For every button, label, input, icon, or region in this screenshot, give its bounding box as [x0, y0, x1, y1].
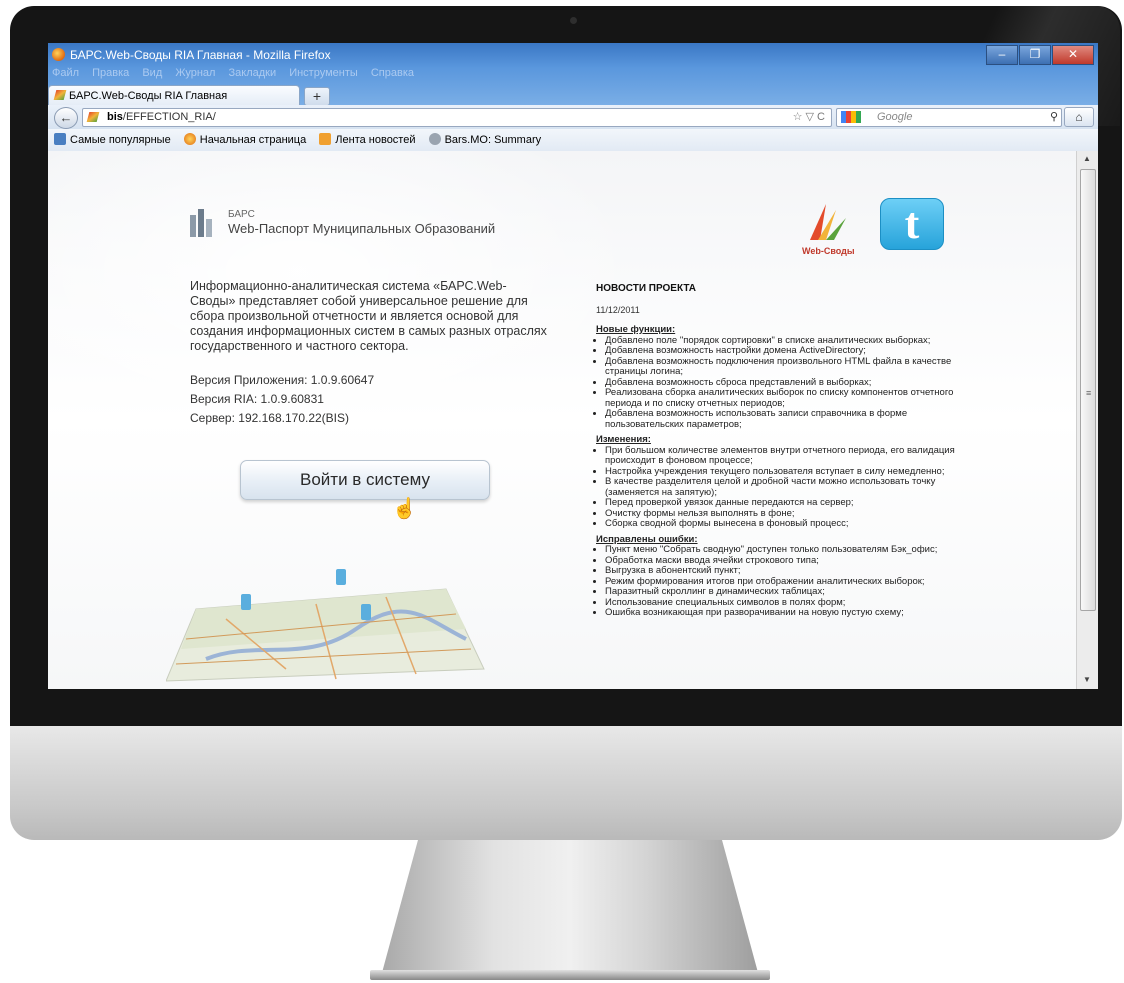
firefox-icon	[52, 48, 65, 61]
twitter-icon[interactable]: t	[880, 198, 944, 250]
bookmark-folder-icon	[54, 133, 66, 145]
menubar: Файл Правка Вид Журнал Закладки Инструме…	[52, 67, 424, 79]
url-path: /EFFECTION_RIA/	[122, 111, 216, 123]
menu-bookmarks[interactable]: Закладки	[229, 67, 277, 79]
logo-company: БАРС	[228, 209, 255, 220]
window-controls: – ❐ ✕	[985, 45, 1094, 65]
url-host: bis	[107, 111, 123, 123]
rss-icon	[319, 133, 332, 145]
url-text: bis/EFFECTION_RIA/	[107, 109, 216, 126]
search-bar[interactable]: Google ⚲	[836, 108, 1062, 127]
news-date: 11/12/2011	[596, 305, 640, 315]
camera-icon	[570, 17, 577, 24]
list-item: Добавлена возможность подключения произв…	[605, 356, 976, 378]
news-section-title: Новые функции:	[596, 324, 676, 335]
list-item: Ошибка возникающая при разворачивании на…	[605, 607, 976, 619]
home-button[interactable]: ⌂	[1064, 107, 1094, 127]
websvody-favicon-icon	[53, 90, 67, 100]
server-info: Сервер: 192.168.170.22(BIS)	[190, 411, 350, 425]
news-section-items: Пункт меню "Собрать сводную" доступен то…	[596, 544, 976, 619]
back-button[interactable]: ←	[54, 107, 78, 129]
ria-version: Версия RIA: 1.0.9.60831	[190, 392, 324, 406]
window-title: БАРС.Web-Своды RIA Главная - Mozilla Fir…	[70, 48, 331, 62]
url-bar[interactable]: bis/EFFECTION_RIA/ ☆ ▽ C	[82, 108, 832, 127]
map-illustration	[166, 569, 485, 682]
window-titlebar: БАРС.Web-Своды RIA Главная - Mozilla Fir…	[48, 43, 1098, 106]
google-engine-icon[interactable]	[841, 111, 861, 123]
site-identity-icon	[86, 112, 100, 122]
menu-file[interactable]: Файл	[52, 67, 79, 79]
list-item: Пункт меню "Собрать сводную" доступен то…	[605, 544, 976, 556]
list-item: Реализована сборка аналитических выборок…	[605, 387, 976, 409]
list-item: В качестве разделителя целой и дробной ч…	[605, 476, 976, 498]
monitor-chin	[10, 726, 1122, 840]
news-list: Новые функции: Добавлено поле "порядок с…	[596, 323, 976, 624]
search-icon[interactable]: ⚲	[1050, 109, 1058, 126]
web-page: БАРС Web-Паспорт Муниципальных Образован…	[48, 151, 1076, 689]
news-heading: НОВОСТИ ПРОЕКТА	[596, 283, 697, 294]
firefox-icon	[183, 133, 196, 145]
bars-logo-icon	[190, 209, 212, 237]
maximize-button[interactable]: ❐	[1019, 45, 1051, 65]
navigation-toolbar: ← bis/EFFECTION_RIA/ ☆ ▽ C Google ⚲ ⌂	[48, 105, 1098, 130]
menu-edit[interactable]: Правка	[92, 67, 129, 79]
news-section-items: Добавлено поле "порядок сортировки" в сп…	[596, 335, 976, 431]
websvody-label: Web-Своды	[802, 246, 855, 256]
globe-icon	[428, 133, 441, 145]
bookmark-news-feed[interactable]: Лента новостей	[319, 129, 416, 151]
vertical-scrollbar[interactable]: ▲ ≡ ▼	[1076, 151, 1098, 689]
minimize-button[interactable]: –	[986, 45, 1018, 65]
news-section-title: Изменения:	[596, 434, 651, 445]
list-item: Перед проверкой увязок данные передаются…	[605, 497, 976, 509]
system-description: Информационно-аналитическая система «БАР…	[190, 279, 547, 353]
hand-cursor-icon: ☝	[392, 498, 417, 520]
login-button[interactable]: Войти в систему	[240, 460, 490, 500]
bookmarks-toolbar: Самые популярные Начальная страница Лент…	[48, 129, 1098, 152]
scrollbar-thumb[interactable]: ≡	[1080, 169, 1096, 611]
list-item: Выгрузка в абонентский пункт;	[605, 565, 976, 577]
monitor-foot	[370, 970, 770, 980]
grip-icon: ≡	[1086, 388, 1092, 398]
screen: БАРС.Web-Своды RIA Главная - Mozilla Fir…	[48, 43, 1098, 689]
bookmark-most-visited[interactable]: Самые популярные	[54, 129, 171, 151]
list-item: Паразитный скроллинг в динамических табл…	[605, 586, 976, 598]
url-actions[interactable]: ☆ ▽ C	[793, 109, 825, 126]
bookmark-start-page[interactable]: Начальная страница	[183, 129, 306, 151]
scroll-up-icon[interactable]: ▲	[1083, 154, 1091, 163]
search-placeholder: Google	[877, 111, 913, 123]
menu-tools[interactable]: Инструменты	[289, 67, 358, 79]
list-item: Сборка сводной формы вынесена в фоновый …	[605, 518, 976, 530]
browser-tab[interactable]: БАРС.Web-Своды RIA Главная	[48, 85, 300, 106]
new-tab-button[interactable]: +	[304, 87, 330, 106]
menu-help[interactable]: Справка	[371, 67, 414, 79]
list-item: При большом количестве элементов внутри …	[605, 445, 976, 467]
scroll-down-icon[interactable]: ▼	[1083, 675, 1091, 684]
app-version: Версия Приложения: 1.0.9.60647	[190, 373, 375, 387]
menu-view[interactable]: Вид	[142, 67, 162, 79]
close-button[interactable]: ✕	[1052, 45, 1094, 65]
menu-history[interactable]: Журнал	[175, 67, 215, 79]
news-section-items: При большом количестве элементов внутри …	[596, 445, 976, 530]
monitor-stand	[380, 840, 760, 980]
list-item: Добавлена возможность использовать запис…	[605, 408, 976, 430]
logo-title: Web-Паспорт Муниципальных Образований	[228, 221, 496, 236]
tab-title: БАРС.Web-Своды RIA Главная	[69, 90, 228, 102]
list-item: Добавлена возможность настройки домена A…	[605, 345, 976, 357]
bookmark-bars-mo[interactable]: Bars.MO: Summary	[428, 129, 541, 151]
